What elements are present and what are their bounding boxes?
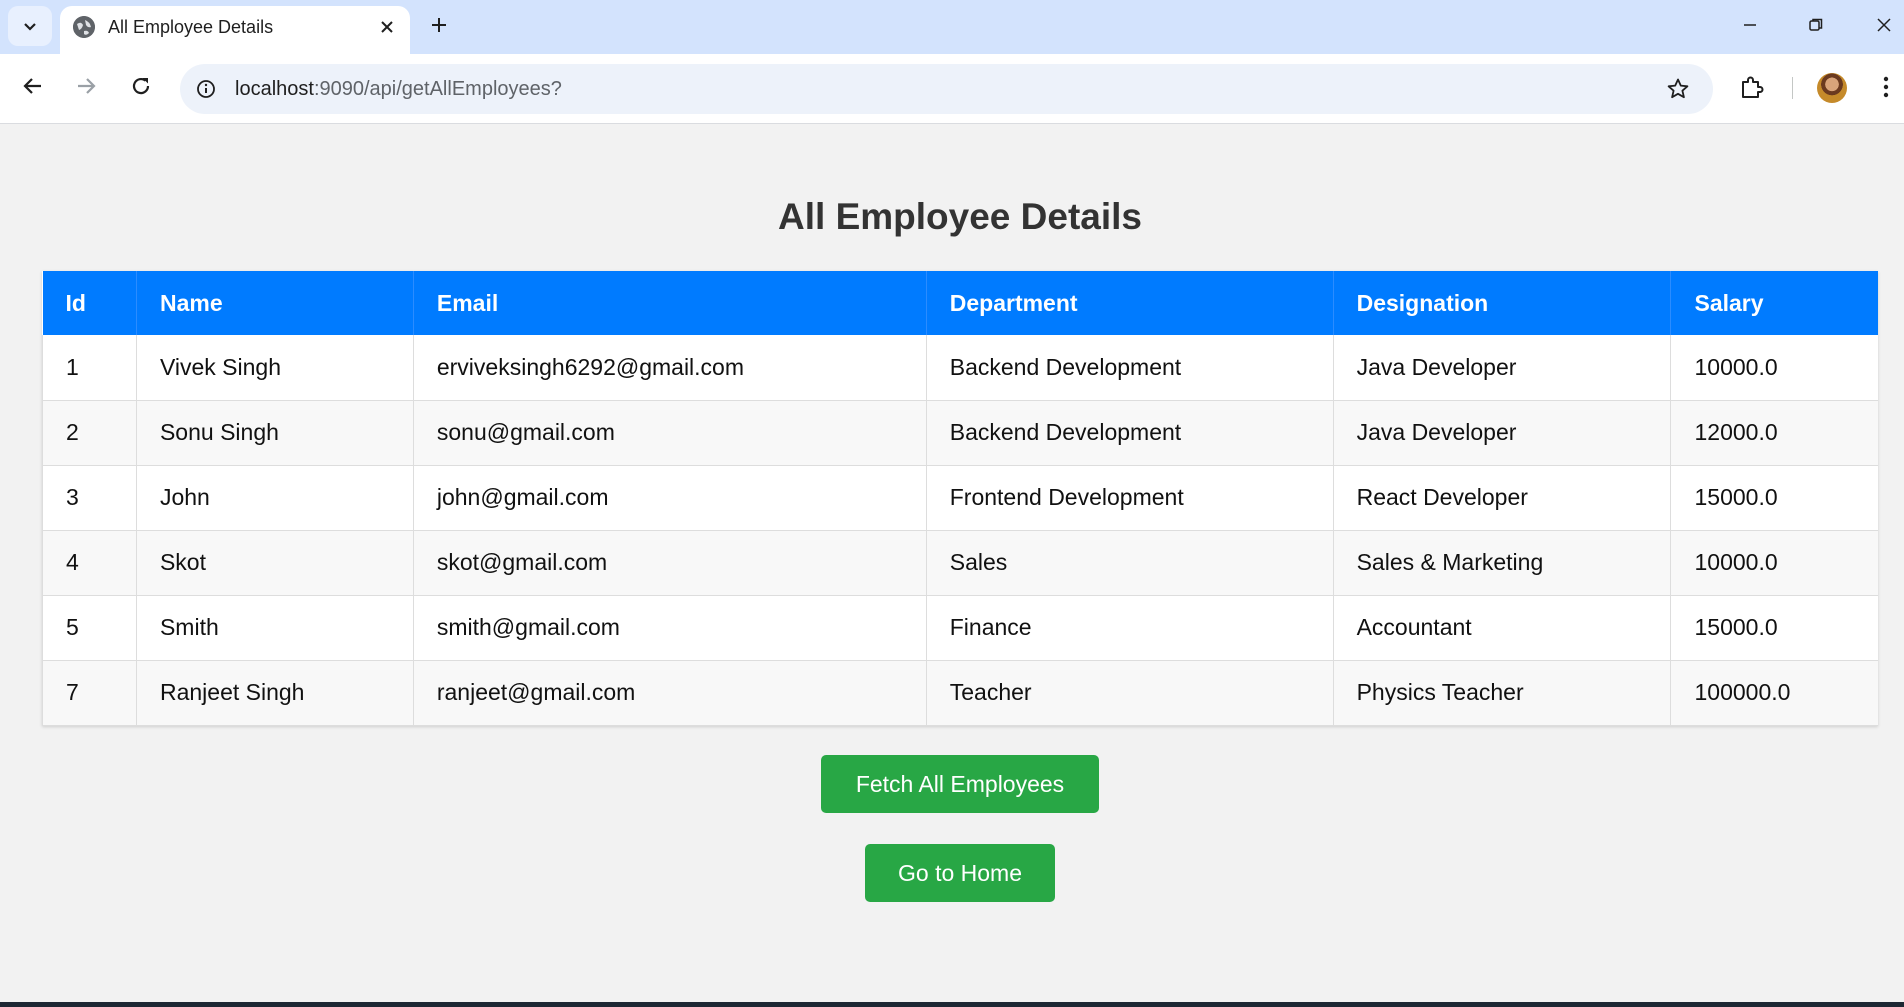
taskbar-edge	[0, 1002, 1904, 1007]
url-host: localhost	[235, 78, 314, 100]
forward-button[interactable]	[65, 65, 107, 107]
bookmark-button[interactable]	[1665, 76, 1691, 102]
tab-search-button[interactable]	[8, 6, 52, 46]
kebab-menu-icon	[1883, 76, 1889, 98]
column-header-salary: Salary	[1670, 271, 1878, 335]
cell-salary: 15000.0	[1670, 465, 1878, 531]
cell-designation: Accountant	[1333, 595, 1672, 661]
browser-menu-button[interactable]	[1876, 71, 1896, 103]
new-tab-button[interactable]	[424, 10, 454, 40]
cell-id: 1	[42, 335, 137, 401]
chevron-down-icon	[24, 23, 36, 31]
cell-salary: 100000.0	[1670, 660, 1878, 726]
cell-name: Vivek Singh	[136, 335, 414, 401]
cell-email: sonu@gmail.com	[413, 400, 927, 466]
address-bar[interactable]: localhost:9090/api/getAllEmployees?	[180, 64, 1713, 114]
table-row: 5 Smith smith@gmail.com Finance Accounta…	[42, 595, 1878, 661]
browser-toolbar: localhost:9090/api/getAllEmployees?	[0, 54, 1904, 124]
tab-title: All Employee Details	[108, 17, 274, 37]
table-row: 2 Sonu Singh sonu@gmail.com Backend Deve…	[42, 400, 1878, 466]
table-row: 4 Skot skot@gmail.com Sales Sales & Mark…	[42, 530, 1878, 596]
cell-id: 3	[42, 465, 137, 531]
cell-department: Sales	[926, 530, 1334, 596]
cell-id: 7	[42, 660, 137, 726]
reload-button[interactable]	[120, 65, 162, 107]
cell-department: Backend Development	[926, 400, 1334, 466]
toolbar-separator	[1792, 77, 1793, 99]
restore-button[interactable]	[1786, 0, 1846, 50]
cell-id: 4	[42, 530, 137, 596]
go-to-home-button[interactable]: Go to Home	[865, 844, 1055, 902]
cell-designation: Java Developer	[1333, 400, 1672, 466]
cell-department: Teacher	[926, 660, 1334, 726]
cell-email: smith@gmail.com	[413, 595, 927, 661]
url-text[interactable]: localhost:9090/api/getAllEmployees?	[235, 78, 562, 101]
cell-email: erviveksingh6292@gmail.com	[413, 335, 927, 401]
tab-close-button[interactable]	[374, 14, 400, 40]
cell-designation: Sales & Marketing	[1333, 530, 1672, 596]
close-window-button[interactable]	[1854, 0, 1904, 50]
cell-department: Finance	[926, 595, 1334, 661]
cell-designation: Physics Teacher	[1333, 660, 1672, 726]
close-icon	[1877, 18, 1891, 32]
page-title: All Employee Details	[778, 196, 1142, 237]
column-header-department: Department	[926, 271, 1334, 335]
cell-salary: 10000.0	[1670, 335, 1878, 401]
plus-icon	[432, 18, 446, 32]
cell-designation: Java Developer	[1333, 335, 1672, 401]
globe-icon	[73, 16, 95, 38]
table-row: 7 Ranjeet Singh ranjeet@gmail.com Teache…	[42, 660, 1878, 726]
reload-icon	[132, 77, 150, 95]
column-header-name: Name	[136, 271, 414, 335]
site-info-button[interactable]	[194, 77, 218, 101]
browser-tab[interactable]: All Employee Details	[60, 6, 410, 54]
cell-salary: 10000.0	[1670, 530, 1878, 596]
table-row: 1 Vivek Singh erviveksingh6292@gmail.com…	[42, 335, 1878, 401]
cell-department: Frontend Development	[926, 465, 1334, 531]
cell-email: john@gmail.com	[413, 465, 927, 531]
column-header-email: Email	[413, 271, 927, 335]
minimize-button[interactable]	[1720, 0, 1780, 50]
restore-icon	[1809, 18, 1823, 31]
page-content: All Employee Details Id Name Email Depar…	[0, 125, 1904, 1002]
cell-name: Sonu Singh	[136, 400, 414, 466]
cell-email: skot@gmail.com	[413, 530, 927, 596]
cell-designation: React Developer	[1333, 465, 1672, 531]
column-header-designation: Designation	[1333, 271, 1672, 335]
cell-name: Skot	[136, 530, 414, 596]
table-header-row: Id Name Email Department Designation Sal…	[42, 271, 1878, 335]
cell-salary: 15000.0	[1670, 595, 1878, 661]
puzzle-icon	[1742, 76, 1764, 98]
column-header-id: Id	[42, 271, 137, 335]
cell-name: Ranjeet Singh	[136, 660, 414, 726]
cell-name: John	[136, 465, 414, 531]
table-row: 3 John john@gmail.com Frontend Developme…	[42, 465, 1878, 531]
back-button[interactable]	[12, 65, 54, 107]
cell-email: ranjeet@gmail.com	[413, 660, 927, 726]
avatar[interactable]	[1817, 73, 1847, 103]
cell-salary: 12000.0	[1670, 400, 1878, 466]
cell-id: 5	[42, 595, 137, 661]
cell-id: 2	[42, 400, 137, 466]
arrow-left-icon	[23, 78, 41, 94]
extensions-button[interactable]	[1736, 71, 1768, 103]
close-icon	[381, 21, 393, 33]
star-icon	[1667, 78, 1689, 99]
arrow-right-icon	[78, 78, 96, 94]
info-icon	[197, 80, 215, 98]
employee-table: Id Name Email Department Designation Sal…	[42, 271, 1878, 726]
minimize-icon	[1744, 24, 1756, 26]
browser-tab-strip: All Employee Details	[0, 0, 1904, 54]
fetch-all-employees-button[interactable]: Fetch All Employees	[821, 755, 1099, 813]
cell-name: Smith	[136, 595, 414, 661]
url-path: :9090/api/getAllEmployees?	[313, 78, 562, 100]
cell-department: Backend Development	[926, 335, 1334, 401]
